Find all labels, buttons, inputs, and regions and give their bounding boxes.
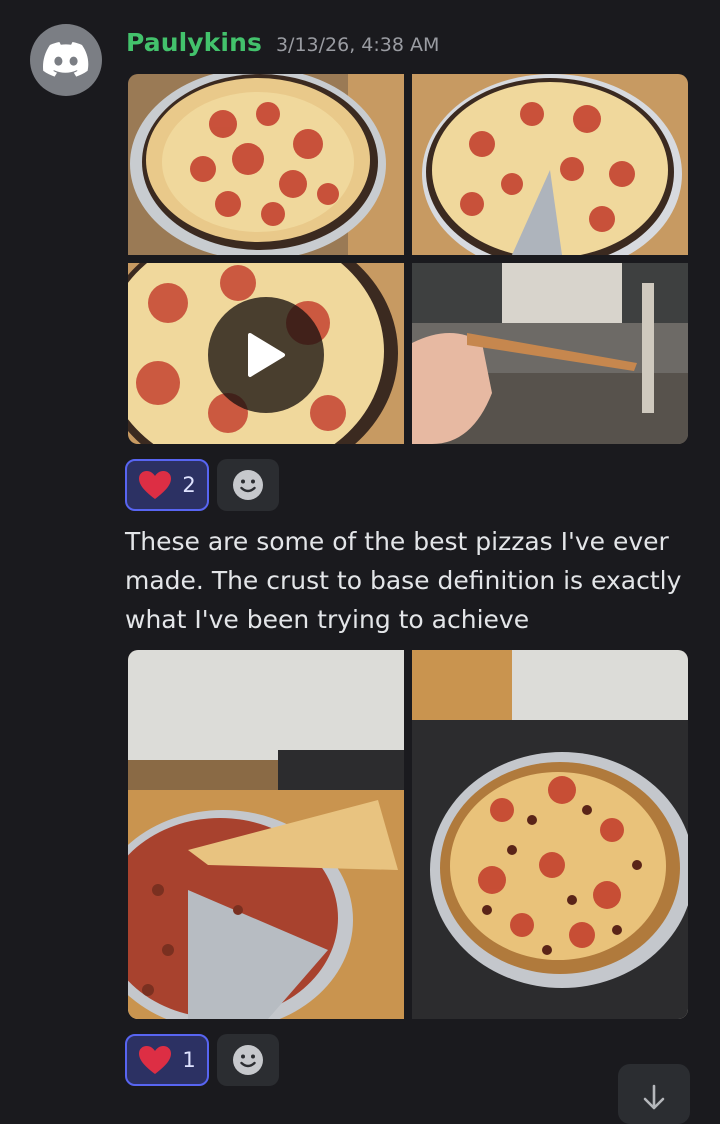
reaction-count: 2: [182, 473, 196, 497]
attachment-video[interactable]: [128, 263, 404, 444]
attachment-image[interactable]: [412, 650, 688, 1019]
attachment-image[interactable]: [128, 650, 404, 1019]
username[interactable]: Paulykins: [126, 28, 262, 57]
discord-logo-icon: [43, 42, 89, 77]
attachment-grid-1: [128, 74, 688, 444]
heart-icon: [139, 471, 172, 499]
message-header: Paulykins 3/13/26, 4:38 AM: [126, 28, 439, 62]
add-reaction-smiley-icon: [233, 470, 263, 500]
play-button[interactable]: [208, 297, 324, 413]
jump-to-bottom-button[interactable]: [618, 1064, 690, 1124]
add-reaction-smiley-icon: [233, 1045, 263, 1075]
attachment-grid-2: [128, 650, 688, 1019]
reaction-count: 1: [182, 1048, 196, 1072]
heart-icon: [139, 1046, 172, 1074]
heart-reaction[interactable]: 2: [125, 459, 209, 511]
attachment-image[interactable]: [412, 263, 688, 444]
reactions-row: 2: [125, 459, 279, 511]
message-text: These are some of the best pizzas I've e…: [125, 527, 682, 634]
message-timestamp: 3/13/26, 4:38 AM: [275, 34, 440, 56]
add-reaction-button[interactable]: [217, 1034, 279, 1086]
play-icon: [248, 333, 285, 377]
user-avatar[interactable]: [30, 24, 102, 96]
add-reaction-button[interactable]: [217, 459, 279, 511]
attachment-image[interactable]: [128, 74, 404, 255]
heart-reaction[interactable]: 1: [125, 1034, 209, 1086]
reactions-row: 1: [125, 1034, 279, 1086]
attachment-image[interactable]: [412, 74, 688, 255]
